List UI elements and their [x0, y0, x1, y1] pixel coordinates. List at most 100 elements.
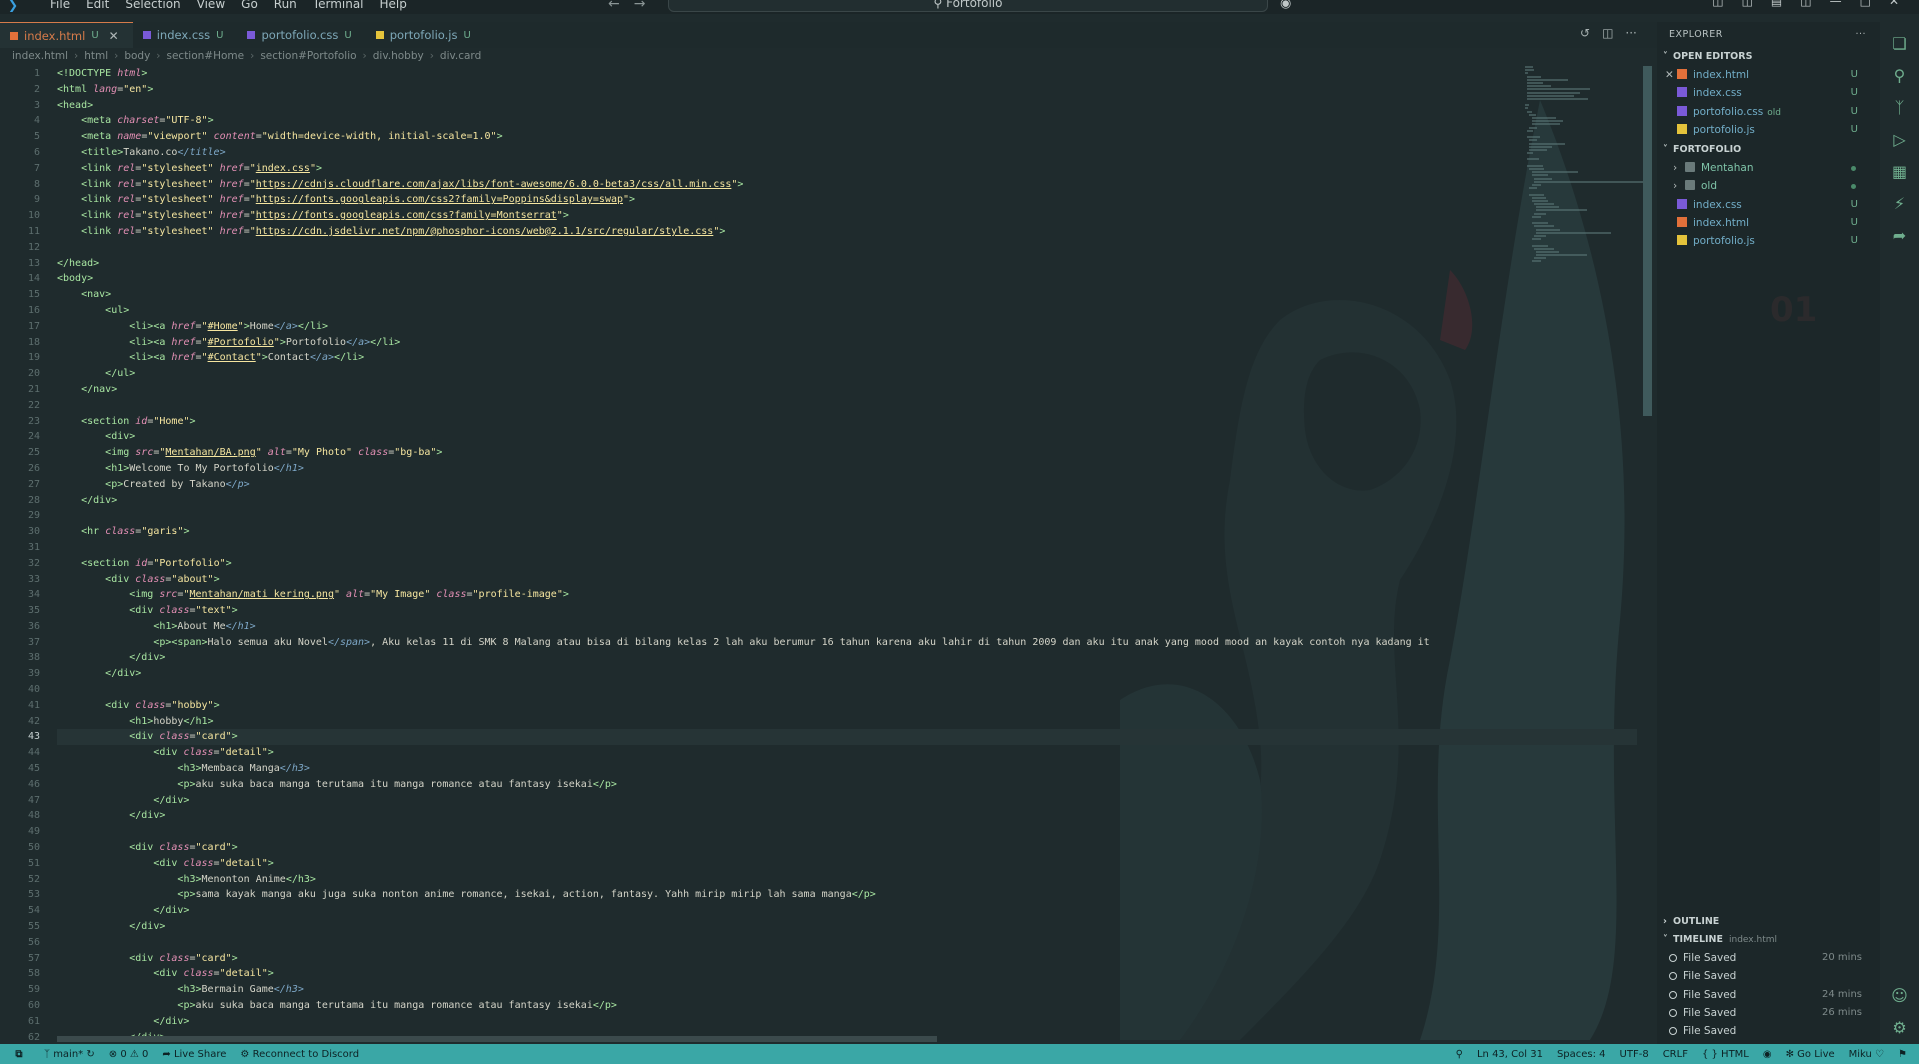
code-line[interactable]: <div class="about"> [57, 572, 1637, 588]
code-line[interactable] [57, 682, 1637, 698]
layout-icon[interactable]: ◫ [1712, 0, 1723, 8]
file-item[interactable]: index.css U [1657, 196, 1880, 214]
branch-item[interactable]: ᛉ main* ↻ [44, 1049, 95, 1060]
theme-item[interactable]: Miku ♡ [1849, 1049, 1884, 1060]
breadcrumb-item[interactable]: section#Portofolio [260, 50, 356, 66]
code-line[interactable]: <li><a href="#Portofolio">Portofolio</a>… [57, 335, 1637, 351]
run-debug-icon[interactable]: ▷ [1890, 130, 1910, 150]
search-icon[interactable]: ⚲ [1890, 66, 1910, 86]
timeline-item[interactable]: File Saved 26 mins [1657, 1004, 1880, 1022]
zoom-icon[interactable]: ⚲ [1456, 1049, 1463, 1060]
code-line[interactable]: <h1>hobby</h1> [57, 714, 1637, 730]
code-line[interactable]: <html lang="en"> [57, 82, 1637, 98]
split-editor-icon[interactable]: ◫ [1602, 26, 1613, 40]
bolt-icon[interactable]: ⚡ [1890, 194, 1910, 214]
problems-item[interactable]: ⊗ 0 ⚠ 0 [109, 1049, 149, 1060]
code-line[interactable]: <div class="detail"> [57, 966, 1637, 982]
code-line[interactable]: <img src="Mentahan/mati kering.png" alt=… [57, 587, 1637, 603]
timeline-section[interactable]: ˅ TIMELINE index.html [1657, 931, 1880, 949]
end-of-line[interactable]: CRLF [1663, 1049, 1688, 1060]
menu-item-terminal[interactable]: Terminal [305, 0, 372, 10]
code-line[interactable]: <h3>Menonton Anime</h3> [57, 872, 1637, 888]
outline-section[interactable]: › OUTLINE [1657, 913, 1880, 931]
encoding[interactable]: UTF-8 [1620, 1049, 1649, 1060]
code-line[interactable]: <section id="Portofolio"> [57, 556, 1637, 572]
breadcrumb-item[interactable]: body [124, 50, 150, 66]
cursor-position[interactable]: Ln 43, Col 31 [1477, 1049, 1543, 1060]
code-line[interactable]: </div> [57, 793, 1637, 809]
code-line[interactable]: <div class="card"> [57, 729, 1637, 746]
timeline-item[interactable]: File Saved [1657, 1022, 1880, 1040]
menu-item-file[interactable]: File [42, 0, 78, 10]
folder-item[interactable]: › old [1657, 177, 1880, 195]
nav-arrows-icon[interactable]: ←→ [608, 0, 659, 12]
code-line[interactable]: </div> [57, 919, 1637, 935]
code-line[interactable]: </ul> [57, 366, 1637, 382]
code-line[interactable]: </div> [57, 808, 1637, 824]
code-line[interactable]: <div> [57, 429, 1637, 445]
toggle-bottom-panel-icon[interactable]: ▤ [1771, 0, 1782, 8]
copilot-icon[interactable]: ◉˅ [1280, 0, 1298, 11]
notifications-bell-icon[interactable]: ⚑ [1898, 1049, 1907, 1060]
code-line[interactable] [57, 824, 1637, 840]
breadcrumb-item[interactable]: html [84, 50, 108, 66]
close-window-icon[interactable]: ✕ [1889, 0, 1899, 8]
menu-item-run[interactable]: Run [266, 0, 305, 10]
horizontal-scrollbar[interactable] [57, 1036, 937, 1042]
breadcrumb-item[interactable]: index.html [12, 50, 68, 66]
code-line[interactable] [57, 240, 1637, 256]
code-line[interactable]: </div> [57, 493, 1637, 509]
go-live-button[interactable]: ✻ Go Live [1786, 1049, 1835, 1060]
code-line[interactable]: <p>Created by Takano</p> [57, 477, 1637, 493]
code-line[interactable]: <nav> [57, 287, 1637, 303]
code-line[interactable]: <!DOCTYPE html> [57, 66, 1637, 82]
breadcrumb-item[interactable]: section#Home [166, 50, 244, 66]
code-line[interactable]: <hr class="garis"> [57, 524, 1637, 540]
command-center-search[interactable]: ⚲ Fortofolio [668, 0, 1268, 12]
language-mode[interactable]: { } HTML [1702, 1049, 1749, 1060]
tab-index-css[interactable]: index.css U [133, 22, 238, 48]
file-item[interactable]: index.html U [1657, 214, 1880, 232]
account-icon[interactable]: ☺ [1890, 986, 1910, 1006]
code-line[interactable]: <div class="detail"> [57, 745, 1637, 761]
code-line[interactable]: <div class="hobby"> [57, 698, 1637, 714]
open-editor-item[interactable]: portofolio.css old U [1657, 103, 1880, 121]
folder-section[interactable]: ˅ FORTOFOLIO [1657, 141, 1880, 159]
code-line[interactable]: </head> [57, 256, 1637, 272]
code-line[interactable]: </div> [57, 903, 1637, 919]
settings-gear-icon[interactable]: ⚙ [1890, 1018, 1910, 1038]
code-line[interactable]: <h3>Membaca Manga</h3> [57, 761, 1637, 777]
menu-item-selection[interactable]: Selection [117, 0, 188, 10]
code-line[interactable]: <link rel="stylesheet" href="https://fon… [57, 192, 1637, 208]
minimap[interactable] [1525, 66, 1645, 296]
more-actions-icon[interactable]: ··· [1625, 26, 1636, 40]
code-line[interactable] [57, 508, 1637, 524]
toggle-panel-icon[interactable]: ◫ [1742, 0, 1753, 8]
code-line[interactable] [57, 398, 1637, 414]
code-line[interactable]: <div class="card"> [57, 951, 1637, 967]
close-icon[interactable]: ✕ [1665, 66, 1674, 84]
open-editor-item[interactable]: portofolio.js U [1657, 121, 1880, 139]
code-line[interactable]: <body> [57, 271, 1637, 287]
code-line[interactable]: <link rel="stylesheet" href="https://cdn… [57, 224, 1637, 240]
menu-item-go[interactable]: Go [233, 0, 266, 10]
code-editor[interactable]: 1 2 3 4 5 6 7 8 9 10 11 12 13 14 15 16 17 18 19 20 21 22 23 24 2… [0, 66, 1650, 1044]
code-line[interactable]: <meta name="viewport" content="width=dev… [57, 129, 1637, 145]
code-line[interactable] [57, 935, 1637, 951]
code-line[interactable]: <h1>Welcome To My Portofolio</h1> [57, 461, 1637, 477]
code-line[interactable]: <div class="detail"> [57, 856, 1637, 872]
code-line[interactable]: <li><a href="#Contact">Contact</a></li> [57, 350, 1637, 366]
menu-item-help[interactable]: Help [372, 0, 415, 10]
vertical-scrollbar[interactable] [1643, 66, 1652, 416]
code-line[interactable]: <h1>About Me</h1> [57, 619, 1637, 635]
code-line[interactable]: <h3>Bermain Game</h3> [57, 982, 1637, 998]
remote-icon[interactable]: ⧉ [8, 1049, 30, 1060]
toggle-secondary-sidebar-icon[interactable]: ◫ [1800, 0, 1811, 8]
menu-item-view[interactable]: View [189, 0, 233, 10]
code-area[interactable]: <!DOCTYPE html> <html lang="en"> <head> <m… [57, 66, 1637, 1044]
code-line[interactable]: <link rel="stylesheet" href="index.css"> [57, 161, 1637, 177]
code-line[interactable]: </div> [57, 1014, 1637, 1030]
live-share-button[interactable]: ➦ Live Share [162, 1049, 226, 1060]
code-line[interactable] [57, 540, 1637, 556]
indentation[interactable]: Spaces: 4 [1557, 1049, 1606, 1060]
